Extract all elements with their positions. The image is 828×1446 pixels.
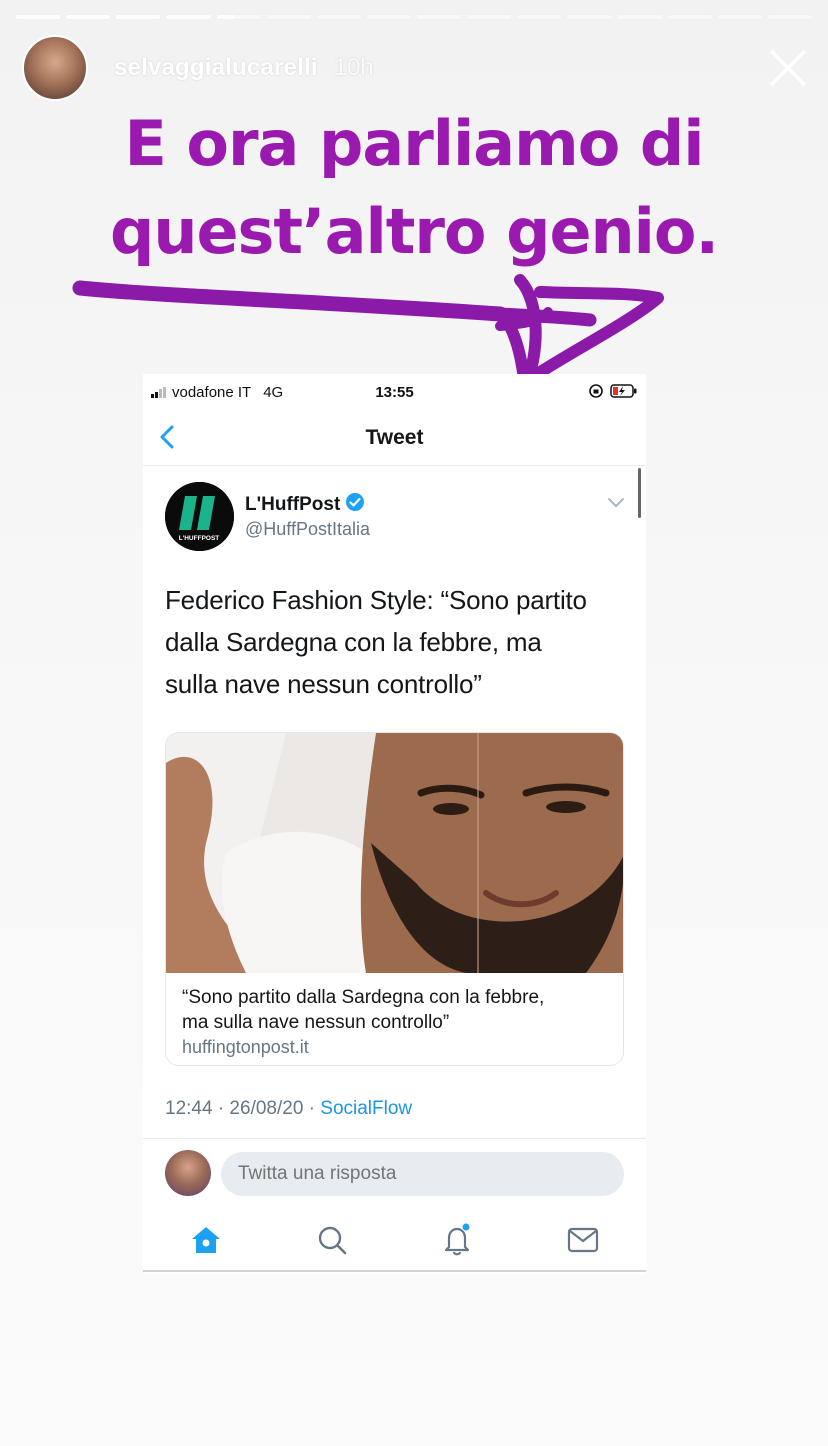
story-progress-bar [16, 15, 812, 19]
link-preview-card[interactable]: “Sono partito dalla Sardegna con la febb… [165, 732, 624, 1066]
tab-messages[interactable] [553, 1217, 613, 1267]
page-title: Tweet [365, 426, 424, 449]
scrollbar[interactable] [638, 468, 641, 518]
progress-segment [417, 15, 462, 19]
story-user-avatar[interactable] [22, 35, 88, 101]
progress-segment [517, 15, 562, 19]
tweet-screenshot: vodafone IT 4G 13:55 Tweet L'HUFFPOST L'… [143, 374, 646, 1274]
tweet-text-line: dalla Sardegna con la febbre, ma [165, 627, 542, 657]
card-title-line: ma sulla nave nessun controllo” [182, 1012, 450, 1033]
tab-home[interactable] [176, 1217, 236, 1267]
story-caption-text: E ora parliamo di quest’altro genio. [0, 100, 828, 276]
progress-segment [266, 15, 311, 19]
progress-segment [116, 15, 161, 19]
progress-segment [16, 15, 61, 19]
card-domain: huffingtonpost.it [182, 1037, 309, 1057]
tab-notifications[interactable] [427, 1217, 487, 1267]
tweet-timestamp: 12:44 · 26/08/20 · [165, 1098, 321, 1119]
close-icon[interactable] [768, 48, 808, 88]
avatar-logo-text: L'HUFFPOST [179, 535, 220, 542]
battery-icon [610, 384, 638, 402]
tweet-nav-bar: Tweet [143, 414, 646, 466]
reply-bar [165, 1150, 624, 1198]
search-icon [317, 1225, 347, 1260]
card-title: “Sono partito dalla Sardegna con la febb… [182, 985, 607, 1035]
progress-segment [166, 15, 211, 19]
card-body: “Sono partito dalla Sardegna con la febb… [166, 973, 623, 1065]
huffpost-avatar[interactable]: L'HUFFPOST [165, 482, 234, 551]
progress-segment [366, 15, 411, 19]
clock-label: 13:55 [375, 384, 414, 401]
tab-search[interactable] [302, 1217, 362, 1267]
tweet-text-line: Federico Fashion Style: “Sono partito [165, 585, 587, 615]
card-title-line: “Sono partito dalla Sardegna con la febb… [182, 987, 545, 1008]
author-name-text: L'HuffPost [245, 494, 341, 515]
progress-segment [717, 15, 762, 19]
reply-input[interactable] [221, 1152, 624, 1196]
story-timestamp: 10h [333, 54, 374, 81]
progress-segment [617, 15, 662, 19]
story-username[interactable]: selvaggialucarelli [114, 54, 318, 82]
verified-badge-icon [345, 492, 365, 518]
notifications-icon [441, 1223, 473, 1262]
tweet-text: Federico Fashion Style: “Sono partito da… [165, 579, 628, 705]
story-header: selvaggialucarelli 10h [22, 34, 808, 102]
user-avatar[interactable] [165, 1150, 211, 1196]
progress-segment [66, 15, 111, 19]
tweet-author-row: L'HUFFPOST L'HuffPost @HuffPostItalia [165, 482, 628, 552]
progress-segment [467, 15, 512, 19]
tweet-meta: 12:44 · 26/08/20 · SocialFlow [165, 1098, 412, 1120]
tweet-author-handle[interactable]: @HuffPostItalia [245, 519, 370, 540]
caption-line: E ora parliamo di [124, 107, 704, 180]
tab-bar [143, 1214, 646, 1272]
tweet-source-link[interactable]: SocialFlow [320, 1098, 412, 1119]
article-photo [166, 733, 623, 973]
ios-status-bar: vodafone IT 4G 13:55 [143, 374, 646, 414]
divider [143, 1138, 646, 1139]
progress-segment [567, 15, 612, 19]
chevron-down-icon[interactable] [606, 496, 626, 515]
progress-segment [767, 15, 812, 19]
tweet-text-line: sulla nave nessun controllo” [165, 669, 482, 699]
rotation-lock-icon [588, 383, 604, 403]
messages-icon [567, 1227, 599, 1258]
progress-segment [667, 15, 712, 19]
progress-segment [316, 15, 361, 19]
progress-segment-current [216, 15, 261, 19]
home-icon [190, 1225, 222, 1260]
tweet-author-name[interactable]: L'HuffPost [245, 492, 365, 518]
